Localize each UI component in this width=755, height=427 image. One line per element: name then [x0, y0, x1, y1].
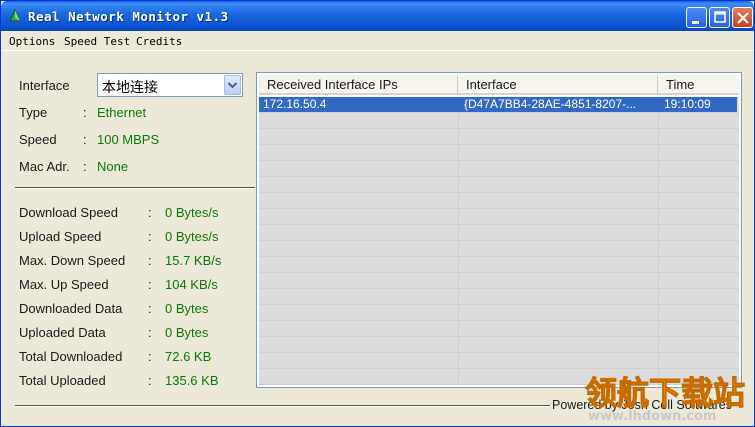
- column-divider: [658, 97, 659, 385]
- column-header-received-ips[interactable]: Received Interface IPs: [259, 75, 458, 95]
- dropdown-button[interactable]: [224, 75, 241, 95]
- menu-bar: Options Speed Test Credits: [1, 31, 754, 51]
- downloaded-data-label: Downloaded Data: [19, 301, 123, 316]
- menu-credits[interactable]: Credits: [136, 35, 182, 48]
- mac-address-label: Mac Adr.: [19, 159, 70, 174]
- row-interface: {D47A7BB4-28AE-4851-8207-...: [464, 97, 637, 111]
- total-downloaded-label: Total Downloaded: [19, 349, 123, 364]
- watermark-url: www.lhdown.com: [588, 409, 716, 424]
- app-window: Real Network Monitor v1.3 Options Speed …: [0, 0, 755, 427]
- upload-speed-value: 0 Bytes/s: [165, 229, 219, 244]
- menu-options[interactable]: Options: [9, 35, 55, 48]
- menu-speed-test[interactable]: Speed Test: [64, 35, 130, 48]
- separator-colon: :: [148, 373, 152, 388]
- list-header: Received Interface IPs Interface Time: [259, 75, 739, 95]
- site-watermark: 领航下载站 www.lhdown.com: [585, 368, 746, 425]
- separator-colon: :: [83, 105, 87, 120]
- watermark-logo-text: 领航下载站: [585, 374, 745, 412]
- close-button[interactable]: [732, 7, 753, 28]
- separator-colon: :: [83, 159, 87, 174]
- speed-label: Speed: [19, 132, 57, 147]
- network-app-icon: [7, 8, 23, 24]
- section-divider: [15, 187, 255, 189]
- column-divider: [458, 97, 459, 385]
- maximize-button[interactable]: [709, 7, 730, 28]
- window-title: Real Network Monitor v1.3: [28, 9, 229, 24]
- total-uploaded-label: Total Uploaded: [19, 373, 106, 388]
- download-speed-value: 0 Bytes/s: [165, 205, 219, 220]
- max-down-speed-label: Max. Down Speed: [19, 253, 126, 268]
- speed-value: 100 MBPS: [97, 132, 160, 147]
- total-downloaded-value: 72.6 KB: [165, 349, 212, 364]
- separator-colon: :: [83, 132, 87, 147]
- list-body: [259, 97, 739, 385]
- column-header-time[interactable]: Time: [658, 75, 739, 95]
- separator-colon: :: [148, 253, 152, 268]
- footer-divider: [15, 405, 550, 407]
- separator-colon: :: [148, 229, 152, 244]
- interface-ip-list[interactable]: Received Interface IPs Interface Time 17…: [256, 72, 742, 388]
- download-speed-label: Download Speed: [19, 205, 119, 220]
- uploaded-data-value: 0 Bytes: [165, 325, 209, 340]
- table-row[interactable]: 172.16.50.4 {D47A7BB4-28AE-4851-8207-...…: [259, 97, 737, 112]
- minimize-button[interactable]: [686, 7, 707, 28]
- column-header-interface[interactable]: Interface: [458, 75, 658, 95]
- interface-select-value: 本地连接: [102, 79, 158, 95]
- separator-colon: :: [148, 205, 152, 220]
- separator-colon: :: [148, 325, 152, 340]
- chevron-down-icon: [227, 82, 238, 89]
- interface-label: Interface: [19, 78, 70, 93]
- row-ip: 172.16.50.4: [263, 97, 327, 111]
- maximize-icon: [714, 11, 726, 23]
- total-uploaded-value: 135.6 KB: [165, 373, 219, 388]
- close-icon: [737, 12, 749, 24]
- minimize-icon: [692, 21, 699, 24]
- upload-speed-label: Upload Speed: [19, 229, 102, 244]
- downloaded-data-value: 0 Bytes: [165, 301, 209, 316]
- interface-select[interactable]: 本地连接: [97, 73, 243, 97]
- uploaded-data-label: Uploaded Data: [19, 325, 106, 340]
- mac-address-value: None: [97, 159, 129, 174]
- title-bar[interactable]: Real Network Monitor v1.3: [1, 1, 754, 31]
- type-value: Ethernet: [97, 105, 147, 120]
- max-up-speed-value: 104 KB/s: [165, 277, 218, 292]
- separator-colon: :: [148, 301, 152, 316]
- type-label: Type: [19, 105, 48, 120]
- separator-colon: :: [148, 349, 152, 364]
- max-up-speed-label: Max. Up Speed: [19, 277, 109, 292]
- row-time: 19:10:09: [664, 97, 711, 111]
- separator-colon: :: [148, 277, 152, 292]
- max-down-speed-value: 15.7 KB/s: [165, 253, 222, 268]
